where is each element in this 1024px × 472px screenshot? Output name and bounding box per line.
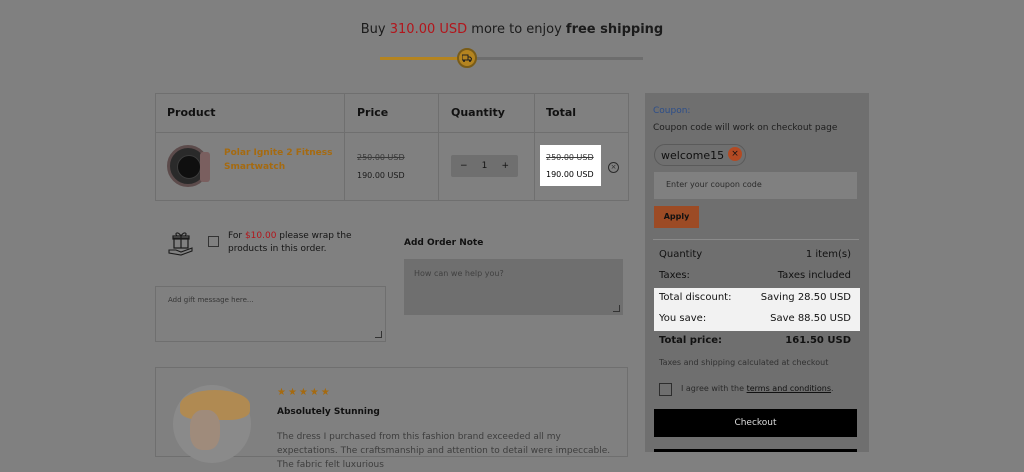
summary-divider <box>653 239 859 240</box>
coupon-label: Coupon: <box>653 106 691 116</box>
shipping-remaining-amount: 310.00 USD <box>389 22 468 37</box>
order-note-placeholder: How can we help you? <box>414 269 504 278</box>
terms-suffix: . <box>831 384 834 393</box>
remove-item-icon[interactable]: × <box>608 162 619 173</box>
discount-value: Saving 28.50 USD <box>760 292 851 303</box>
reviewer-face-shape <box>190 410 220 450</box>
table-header-divider <box>156 132 628 133</box>
coupon-code-input[interactable]: Enter your coupon code <box>654 172 857 199</box>
quantity-decrease-button[interactable]: − <box>460 161 468 171</box>
cart-page: Buy 310.00 USD more to enjoy free shippi… <box>0 0 1024 470</box>
checkout-button[interactable]: Checkout <box>654 409 857 437</box>
apply-coupon-button[interactable]: Apply <box>654 206 699 228</box>
discount-label: Total discount: <box>659 292 732 303</box>
line-total: 190.00 USD <box>546 170 594 179</box>
summary-taxes-row: Taxes: Taxes included <box>659 270 851 281</box>
summary-quantity-row: Quantity 1 item(s) <box>659 249 851 260</box>
shipping-prefix: Buy <box>360 22 390 37</box>
terms-checkbox[interactable] <box>659 383 672 396</box>
quantity-increase-button[interactable]: + <box>501 161 509 171</box>
free-shipping-label: free shipping <box>565 22 664 37</box>
product-image-strap <box>200 152 210 182</box>
terms-label: I agree with the terms and conditions. <box>681 384 834 393</box>
applied-coupon-code: welcome15 <box>661 148 725 162</box>
summary-save-row: You save: Save 88.50 USD <box>659 313 851 324</box>
shipping-middle: more to enjoy <box>467 22 566 37</box>
summary-total-row: Total price: 161.50 USD <box>659 335 851 346</box>
total-price-label: Total price: <box>659 335 723 346</box>
tax-shipping-note: Taxes and shipping calculated at checkou… <box>659 358 829 367</box>
quantity-label: Quantity <box>659 249 703 260</box>
table-divider <box>438 94 439 200</box>
gift-message-field[interactable]: Add gift message here... <box>155 286 386 342</box>
you-save-value: Save 88.50 USD <box>770 313 851 324</box>
gift-text-prefix: For <box>228 231 245 241</box>
total-price-value: 161.50 USD <box>785 335 851 346</box>
sale-price: 190.00 USD <box>357 171 405 180</box>
order-note-title: Add Order Note <box>404 238 484 248</box>
table-divider <box>344 94 345 200</box>
quantity-total: 1 item(s) <box>805 249 851 260</box>
quantity-value[interactable]: 1 <box>482 161 488 171</box>
coupon-hint: Coupon code will work on checkout page <box>653 123 838 133</box>
gift-icon <box>168 230 194 256</box>
truck-icon <box>456 48 477 68</box>
table-divider <box>534 94 535 200</box>
header-product: Product <box>167 106 216 119</box>
taxes-label: Taxes: <box>659 270 690 281</box>
line-total-highlight: 250.00 USD 190.00 USD <box>540 145 601 186</box>
header-price: Price <box>357 106 389 119</box>
remove-coupon-icon[interactable]: × <box>728 147 742 161</box>
coupon-input-placeholder: Enter your coupon code <box>666 180 762 189</box>
header-total: Total <box>546 106 577 119</box>
gift-wrap-price: $10.00 <box>244 231 277 241</box>
header-quantity: Quantity <box>451 106 505 119</box>
shipping-progress-fill <box>380 57 467 60</box>
gift-message-placeholder: Add gift message here... <box>168 296 254 304</box>
terms-prefix: I agree with the <box>681 384 747 393</box>
order-note-field[interactable]: How can we help you? <box>404 259 623 315</box>
free-shipping-message: Buy 310.00 USD more to enjoy free shippi… <box>0 22 1024 37</box>
summary-discount-row: Total discount: Saving 28.50 USD <box>659 292 851 303</box>
terms-link[interactable]: terms and conditions <box>747 384 831 393</box>
rating-stars: ★★★★★ <box>277 387 332 398</box>
resize-handle[interactable] <box>375 331 382 338</box>
resize-handle[interactable] <box>613 305 620 312</box>
you-save-label: You save: <box>659 313 707 324</box>
gift-wrap-label: For $10.00 please wrap the products in t… <box>228 230 378 256</box>
gift-wrap-checkbox[interactable] <box>208 236 219 247</box>
line-total-original: 250.00 USD <box>546 153 594 162</box>
review-body: The dress I purchased from this fashion … <box>277 432 611 470</box>
product-name-link[interactable]: Polar Ignite 2 Fitness Smartwatch <box>224 146 334 174</box>
quantity-stepper: − 1 + <box>451 155 518 177</box>
original-price: 250.00 USD <box>357 153 405 162</box>
taxes-value: Taxes included <box>777 270 851 281</box>
review-title: Absolutely Stunning <box>277 407 380 417</box>
